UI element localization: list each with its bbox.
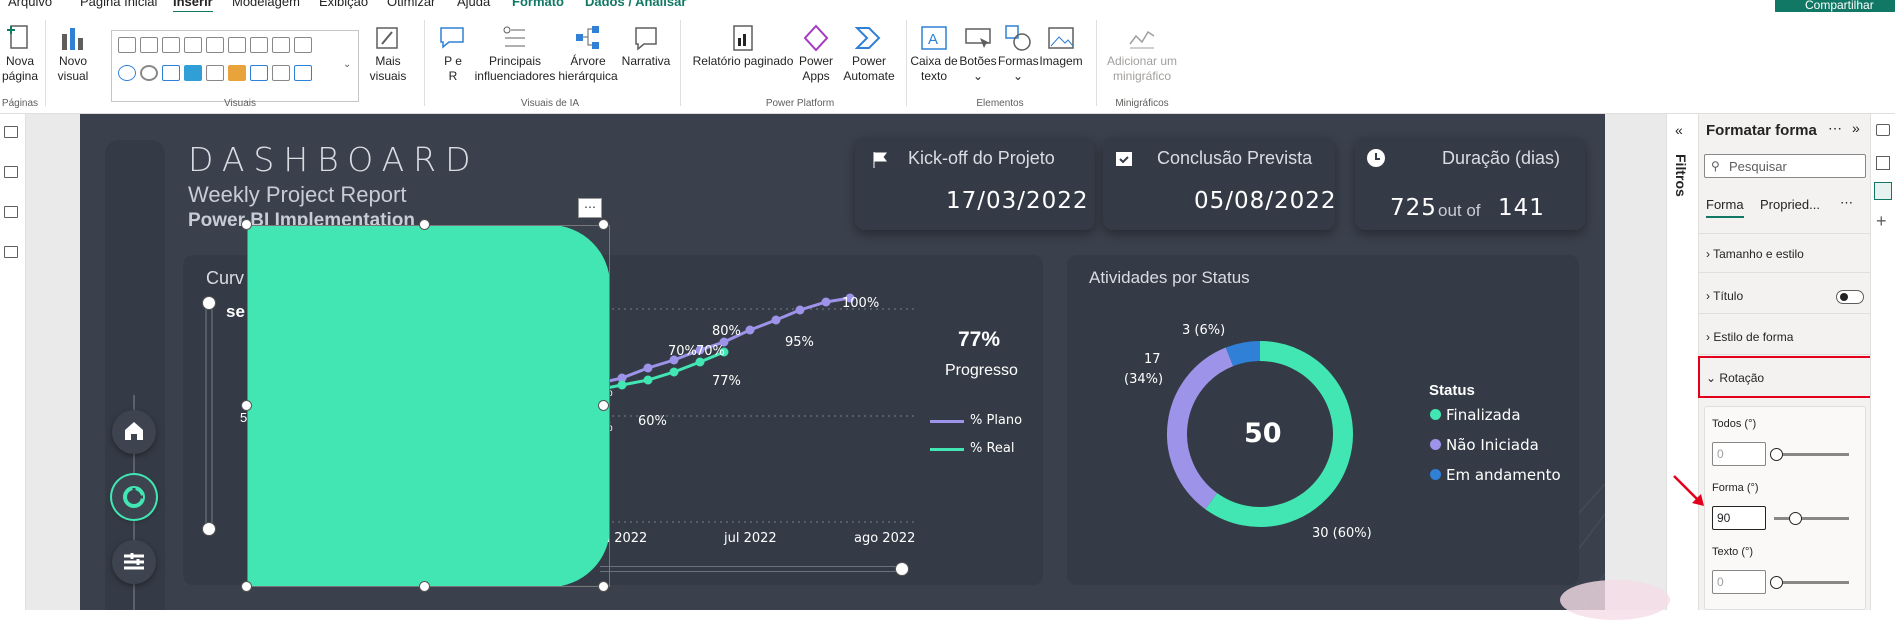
format-more-icon[interactable]: ⋯ [1828, 120, 1842, 137]
rotation-all-value: 0 [1717, 447, 1724, 461]
status-legend-item: Em andamento [1430, 466, 1561, 484]
rotation-all-thumb[interactable] [1770, 448, 1783, 461]
legend-dot [1430, 469, 1441, 480]
chevron-right-icon: › [1706, 330, 1710, 344]
format-pane-icon[interactable] [1874, 182, 1892, 200]
section-rotation-label: Rotação [1719, 371, 1765, 385]
search-placeholder: Pesquisar [1729, 159, 1787, 174]
section-shape-style[interactable]: › Estilo de forma [1706, 330, 1793, 344]
section-size-style[interactable]: › Tamanho e estilo [1706, 247, 1804, 261]
legend-dot [1430, 439, 1441, 450]
donut-total: 50 [1244, 418, 1282, 449]
section-shape-style-label: Estilo de forma [1713, 330, 1794, 344]
status-legend-title: Status [1429, 382, 1475, 399]
rotation-shape-label: Forma (°) [1712, 482, 1759, 494]
section-title[interactable]: › Título [1706, 289, 1743, 303]
format-pane-title: Formatar forma [1706, 122, 1817, 139]
rotation-all-input[interactable]: 0 [1712, 442, 1766, 466]
filters-label: Filtros [1673, 154, 1689, 197]
chevron-down-icon: ⌄ [1706, 371, 1717, 385]
legend-label: Em andamento [1446, 466, 1561, 484]
rotation-all-slider[interactable] [1774, 453, 1849, 456]
resize-handle-tl[interactable] [241, 219, 252, 230]
rotation-shape-slider[interactable] [1774, 517, 1849, 520]
tabs-more-icon[interactable]: ⋯ [1840, 195, 1853, 211]
chevron-right-icon: › [1706, 289, 1710, 303]
legend-label: Não Iniciada [1446, 436, 1539, 454]
rotation-text-thumb[interactable] [1770, 576, 1783, 589]
section-title-label: Título [1713, 289, 1744, 303]
resize-handle-l[interactable] [241, 400, 252, 411]
data-pane-icon[interactable] [1876, 124, 1890, 136]
donut-slice [1225, 341, 1261, 367]
status-legend-item: Finalizada [1430, 406, 1521, 424]
visualizations-icon[interactable] [1876, 156, 1890, 170]
rotation-shape-input[interactable]: 90 [1712, 506, 1766, 530]
filters-pane-collapsed[interactable]: « Filtros [1666, 114, 1698, 610]
collapse-left-icon[interactable]: « [1675, 122, 1683, 138]
label-nao-iniciada-a: 17 [1144, 352, 1161, 367]
pointer-arrow-annotation [1673, 475, 1704, 506]
collapse-right-icon[interactable]: » [1852, 120, 1860, 136]
rotation-all-label: Todos (°) [1712, 418, 1757, 430]
resize-handle-tr[interactable] [598, 219, 609, 230]
add-icon[interactable]: + [1876, 212, 1887, 230]
label-finalizada: 30 (60%) [1312, 526, 1372, 541]
resize-handle-t[interactable] [419, 219, 430, 230]
rotation-text-label: Texto (°) [1712, 546, 1754, 558]
rotation-shape-value: 90 [1717, 511, 1731, 525]
resize-handle-b[interactable] [419, 581, 430, 592]
right-panes-strip: + [1870, 114, 1895, 610]
rotation-text-input[interactable]: 0 [1712, 570, 1766, 594]
decor-blob [1560, 580, 1670, 620]
title-toggle[interactable] [1836, 290, 1864, 304]
rotation-text-value: 0 [1717, 575, 1724, 589]
tab-forma[interactable]: Forma [1706, 197, 1744, 218]
status-legend-item: Não Iniciada [1430, 436, 1539, 454]
search-icon: ⚲ [1711, 159, 1720, 173]
section-rotation[interactable]: ⌄ Rotação [1706, 371, 1764, 385]
rotation-shape-thumb[interactable] [1789, 512, 1802, 525]
more-options-icon[interactable]: ⋯ [578, 198, 602, 218]
rotation-text-slider[interactable] [1774, 581, 1849, 584]
legend-dot [1430, 409, 1441, 420]
legend-label: Finalizada [1446, 406, 1521, 424]
donut-slice [1167, 347, 1234, 510]
resize-handle-r[interactable] [598, 400, 609, 411]
resize-handle-bl[interactable] [241, 581, 252, 592]
selection-box [247, 225, 610, 587]
label-em-andamento: 3 (6%) [1182, 323, 1226, 338]
chevron-right-icon: › [1706, 247, 1710, 261]
tab-propriedades[interactable]: Propried... [1760, 197, 1820, 212]
search-input[interactable]: ⚲ Pesquisar [1704, 154, 1866, 178]
resize-handle-br[interactable] [598, 581, 609, 592]
label-nao-iniciada-b: (34%) [1124, 372, 1164, 387]
section-size-style-label: Tamanho e estilo [1713, 247, 1804, 261]
